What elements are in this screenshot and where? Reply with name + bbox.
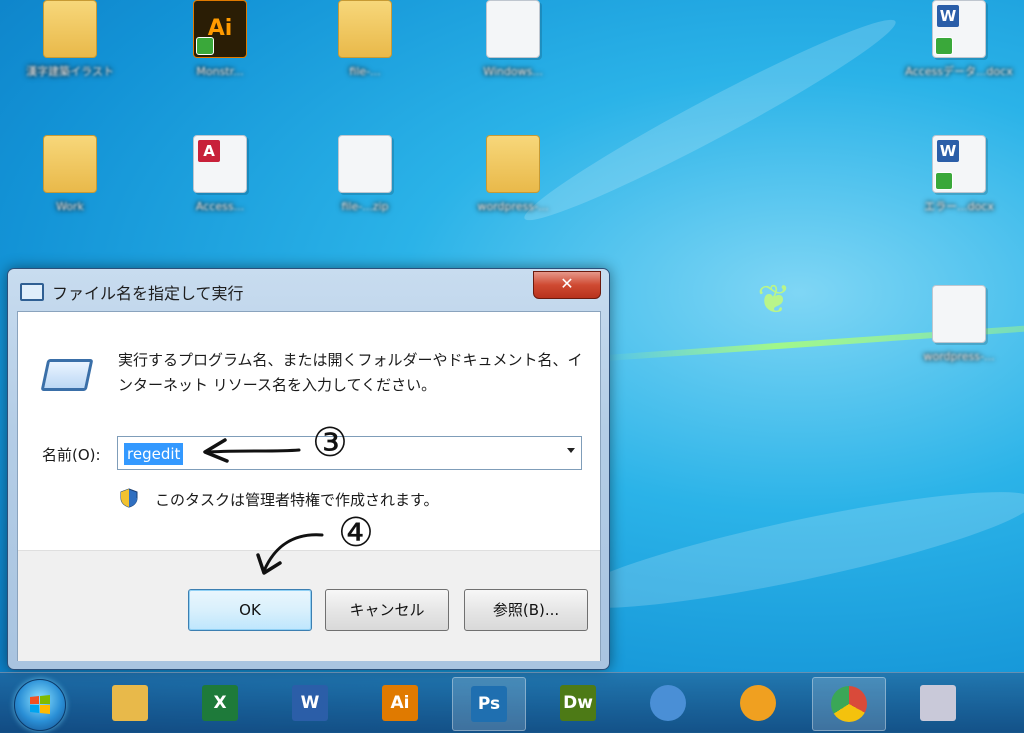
run-icon — [20, 283, 44, 301]
desktop-icon[interactable]: Ai Monstr... — [155, 0, 285, 80]
wallpaper-streak — [559, 470, 1024, 630]
taskbar-explorer[interactable] — [94, 677, 166, 729]
name-combobox[interactable]: regedit — [117, 436, 582, 470]
taskbar-illustrator[interactable]: Ai — [364, 677, 436, 729]
desktop-icon[interactable]: 漢字建築イラスト — [5, 0, 135, 80]
notes-icon — [920, 685, 956, 721]
text-file-icon — [932, 285, 986, 343]
run-dialog: ファイル名を指定して実行 ✕ 実行するプログラム名、または開くフォルダーやドキュ… — [7, 268, 610, 670]
folder-icon — [486, 135, 540, 193]
illustrator-file-icon: Ai — [193, 0, 247, 58]
taskbar: X W Ai Ps Dw — [0, 672, 1024, 733]
desktop-icon[interactable]: W エラー...docx — [894, 135, 1024, 215]
admin-note: このタスクは管理者特権で作成されます。 — [155, 491, 439, 509]
desktop-icon-label: file-... — [349, 65, 381, 78]
word-file-icon: W — [932, 0, 986, 58]
sync-check-icon — [935, 37, 953, 55]
desktop-icon-label: Windows... — [483, 65, 543, 78]
sync-check-icon — [196, 37, 214, 55]
desktop-icon-label: Monstr... — [196, 65, 244, 78]
thunderbird-icon — [650, 685, 686, 721]
cancel-button[interactable]: キャンセル — [325, 589, 449, 631]
desktop-icon-label: wordpress-... — [923, 350, 995, 363]
desktop-icon-label: wordpress-... — [477, 200, 549, 213]
taskbar-word[interactable]: W — [274, 677, 346, 729]
taskbar-chrome[interactable] — [812, 677, 886, 731]
ok-button[interactable]: OK — [188, 589, 312, 631]
desktop-icon[interactable]: wordpress-... — [448, 135, 578, 215]
dropdown-arrow-icon[interactable] — [567, 448, 575, 453]
desktop-icon[interactable]: file-... — [300, 0, 430, 80]
folder-icon — [112, 685, 148, 721]
step-4-annotation: ④ — [338, 510, 374, 556]
taskbar-scratch[interactable] — [722, 677, 794, 729]
illustrator-icon: Ai — [382, 685, 418, 721]
dialog-description: 実行するプログラム名、または開くフォルダーやドキュメント名、インターネット リソ… — [118, 351, 583, 394]
desktop-icon[interactable]: wordpress-... — [894, 285, 1024, 365]
desktop-icon-label: Access... — [195, 200, 245, 213]
chrome-icon — [831, 686, 867, 722]
desktop-icon-label: Work — [56, 200, 84, 213]
access-file-icon: A — [193, 135, 247, 193]
windows-logo-icon — [30, 695, 50, 714]
desktop-icon[interactable]: file-...zip — [300, 135, 430, 215]
taskbar-thunderbird[interactable] — [632, 677, 704, 729]
taskbar-photoshop[interactable]: Ps — [452, 677, 526, 731]
annotation-arrow-left-icon — [203, 438, 301, 463]
name-label: 名前(O): — [42, 446, 101, 464]
sync-check-icon — [935, 172, 953, 190]
annotation-arrow-down-icon — [256, 533, 324, 575]
desktop-icon[interactable]: Work — [5, 135, 135, 215]
dialog-titlebar[interactable]: ファイル名を指定して実行 ✕ — [8, 269, 609, 309]
taskbar-excel[interactable]: X — [184, 677, 256, 729]
folder-icon — [338, 0, 392, 58]
desktop-icon[interactable]: Windows... — [448, 0, 578, 80]
desktop-icon-label: 漢字建築イラスト — [26, 65, 114, 78]
desktop-icon-label: Accessデータ...docx — [905, 65, 1013, 78]
desktop-icon-label: file-...zip — [341, 200, 389, 213]
dialog-title: ファイル名を指定して実行 — [52, 284, 244, 303]
start-button[interactable] — [14, 679, 66, 731]
excel-icon: X — [202, 685, 238, 721]
taskbar-dreamweaver[interactable]: Dw — [542, 677, 614, 729]
photoshop-icon: Ps — [471, 686, 507, 722]
dreamweaver-icon: Dw — [560, 685, 596, 721]
taskbar-notes[interactable] — [902, 677, 974, 729]
word-icon: W — [292, 685, 328, 721]
dialog-body: 実行するプログラム名、または開くフォルダーやドキュメント名、インターネット リソ… — [17, 311, 601, 661]
run-program-icon — [40, 359, 94, 391]
step-3-annotation: ③ — [312, 420, 348, 466]
desktop-icon[interactable]: A Access... — [155, 135, 285, 215]
zip-file-icon — [338, 135, 392, 193]
uac-shield-icon — [120, 488, 138, 508]
scratch-cat-icon — [740, 685, 776, 721]
folder-icon — [43, 135, 97, 193]
browse-button[interactable]: 参照(B)... — [464, 589, 588, 631]
file-icon — [486, 0, 540, 58]
folder-icon — [43, 0, 97, 58]
close-button[interactable]: ✕ — [533, 271, 601, 299]
word-file-icon: W — [932, 135, 986, 193]
desktop-icon[interactable]: W Accessデータ...docx — [894, 0, 1024, 80]
wallpaper-logo-icon: ❦ — [757, 277, 791, 323]
desktop-icon-label: エラー...docx — [924, 200, 994, 213]
name-input-value[interactable]: regedit — [124, 443, 184, 465]
